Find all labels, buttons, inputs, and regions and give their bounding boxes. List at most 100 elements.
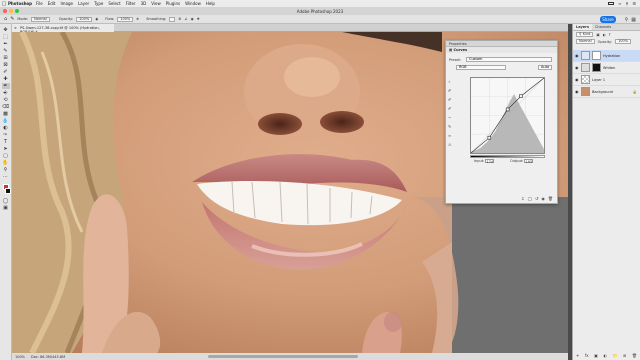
more-tools-icon[interactable]: ⋯ bbox=[2, 174, 10, 180]
mode-select[interactable]: Normal bbox=[31, 16, 50, 22]
layer-visibility-eye-icon[interactable]: ◉ bbox=[575, 65, 579, 70]
smooth-curve-icon[interactable]: ≈ bbox=[448, 133, 454, 138]
pen-tool-icon[interactable]: ✑ bbox=[2, 132, 10, 138]
brush-preset-icon[interactable]: ✎ bbox=[10, 16, 14, 22]
reset-icon[interactable]: ↺ bbox=[535, 196, 538, 201]
menu-edit[interactable]: Edit bbox=[48, 1, 56, 6]
close-tab-icon[interactable]: × bbox=[14, 26, 17, 30]
filter-adjustment-icon[interactable]: ◐ bbox=[603, 33, 606, 37]
frame-tool-icon[interactable]: ⊠ bbox=[2, 62, 10, 68]
layer-row[interactable]: ◉ Layer 1 bbox=[573, 74, 640, 86]
layer-mask-thumb[interactable] bbox=[592, 51, 601, 60]
clone-stamp-tool-icon[interactable]: ⎆ bbox=[2, 90, 10, 96]
layer-mask-thumb[interactable] bbox=[592, 63, 601, 72]
blend-mode-select[interactable]: Normal bbox=[576, 39, 595, 44]
curves-graph[interactable] bbox=[470, 77, 545, 154]
type-tool-icon[interactable]: T bbox=[2, 139, 10, 145]
hand-tool-icon[interactable]: ✋ bbox=[2, 160, 10, 166]
menu-view[interactable]: View bbox=[151, 1, 161, 6]
smoothing-field[interactable] bbox=[169, 16, 176, 22]
search-icon[interactable]: ⚲ bbox=[625, 1, 628, 6]
path-selection-tool-icon[interactable]: ➤ bbox=[2, 146, 10, 152]
gray-point-eyedropper-icon[interactable]: ✐ bbox=[448, 97, 454, 102]
filter-pixel-icon[interactable]: ▣ bbox=[596, 33, 599, 37]
home-icon[interactable]: ⌂ bbox=[4, 16, 7, 22]
app-menu[interactable]: Photoshop bbox=[8, 1, 32, 6]
battery-icon[interactable] bbox=[608, 2, 615, 5]
marquee-tool-icon[interactable]: ⬚ bbox=[2, 34, 10, 40]
quick-mask-icon[interactable]: ◯ bbox=[2, 198, 10, 204]
histogram-warning-icon[interactable]: ⚠ bbox=[448, 142, 454, 147]
menu-file[interactable]: File bbox=[36, 1, 43, 6]
dodge-tool-icon[interactable]: ◐ bbox=[2, 125, 10, 131]
draw-curve-icon[interactable]: ✎ bbox=[448, 124, 454, 129]
crop-tool-icon[interactable]: ⊞ bbox=[2, 55, 10, 61]
menu-image[interactable]: Image bbox=[60, 1, 73, 6]
channel-select[interactable]: RGB bbox=[456, 65, 506, 70]
new-adjustment-icon[interactable]: ◐ bbox=[603, 353, 607, 358]
layer-filter-kind[interactable]: ⚲ Kind bbox=[576, 32, 594, 37]
workspace-icon[interactable]: ▦ bbox=[631, 17, 636, 23]
layer-visibility-eye-icon[interactable]: ◉ bbox=[575, 77, 579, 82]
background-color-swatch[interactable] bbox=[4, 188, 11, 194]
properties-tab[interactable]: Properties bbox=[449, 42, 467, 46]
filter-type-icon[interactable]: T bbox=[609, 33, 611, 37]
tab-layers[interactable]: Layers bbox=[573, 24, 592, 30]
curve-control-point[interactable] bbox=[505, 107, 510, 112]
pressure-size-icon[interactable]: ◉ bbox=[191, 17, 194, 21]
lasso-tool-icon[interactable]: ➼ bbox=[2, 41, 10, 47]
history-brush-tool-icon[interactable]: ⟲ bbox=[2, 97, 10, 103]
new-group-icon[interactable]: 📁 bbox=[612, 353, 617, 358]
settings-gear-icon[interactable]: ⚙ bbox=[178, 17, 181, 21]
layer-row[interactable]: ◉ Background 🔒 bbox=[573, 86, 640, 98]
black-point-eyedropper-icon[interactable]: ✐ bbox=[448, 88, 454, 93]
rectangle-tool-icon[interactable]: ▢ bbox=[2, 153, 10, 159]
menu-plugins[interactable]: Plugins bbox=[166, 1, 180, 6]
menu-help[interactable]: Help bbox=[206, 1, 215, 6]
output-field[interactable]: 193 bbox=[524, 159, 534, 164]
menu-3d[interactable]: 3D bbox=[141, 1, 147, 6]
link-layers-icon[interactable]: ⚭ bbox=[576, 353, 579, 358]
zoom-tool-icon[interactable]: ⚲ bbox=[2, 167, 10, 173]
curve-control-point[interactable] bbox=[487, 135, 492, 140]
control-center-icon[interactable]: ☰ bbox=[632, 1, 636, 6]
clip-to-layer-icon[interactable]: ↧ bbox=[521, 196, 524, 201]
preset-select[interactable]: Custom bbox=[466, 57, 552, 62]
auto-button[interactable]: Auto bbox=[538, 65, 552, 70]
add-mask-icon[interactable]: ▣ bbox=[594, 353, 598, 358]
edit-points-icon[interactable]: ∽ bbox=[448, 115, 454, 120]
menu-filter[interactable]: Filter bbox=[126, 1, 136, 6]
horizontal-scrollbar[interactable] bbox=[208, 355, 358, 358]
new-layer-icon[interactable]: ⊞ bbox=[623, 353, 626, 358]
blur-tool-icon[interactable]: 💧 bbox=[2, 118, 10, 124]
airbrush-icon[interactable]: ⊕ bbox=[136, 17, 139, 21]
flow-field[interactable]: 100% bbox=[117, 16, 134, 22]
layer-row[interactable]: ◉ Whiten bbox=[573, 62, 640, 74]
layer-style-icon[interactable]: fx bbox=[585, 353, 589, 358]
tab-channels[interactable]: Channels bbox=[592, 24, 614, 30]
symmetry-icon[interactable]: ❖ bbox=[197, 17, 200, 21]
quick-select-tool-icon[interactable]: ✎ bbox=[2, 48, 10, 54]
trash-icon[interactable]: 🗑 bbox=[632, 353, 637, 358]
doc-info[interactable]: Doc: 86.3M/445.8M bbox=[31, 355, 65, 359]
menu-window[interactable]: Window bbox=[185, 1, 201, 6]
eyedropper-tool-icon[interactable]: ✐ bbox=[2, 69, 10, 75]
share-button[interactable]: Share bbox=[600, 16, 616, 23]
zoom-readout[interactable]: 100% bbox=[15, 355, 25, 359]
document-tab[interactable]: × PS-Gwen-127-36-copy.tif @ 100% (Hydrat… bbox=[12, 24, 114, 34]
trash-icon[interactable]: 🗑 bbox=[548, 196, 553, 201]
move-tool-icon[interactable]: ✥ bbox=[2, 27, 10, 33]
layer-visibility-eye-icon[interactable]: ◉ bbox=[575, 53, 579, 58]
menu-select[interactable]: Select bbox=[108, 1, 120, 6]
apple-menu-icon[interactable]:  bbox=[0, 1, 8, 7]
brush-tool-icon[interactable]: ✒ bbox=[1, 83, 10, 89]
gradient-tool-icon[interactable]: ▩ bbox=[2, 111, 10, 117]
menu-layer[interactable]: Layer bbox=[78, 1, 89, 6]
opacity-field[interactable]: 100% bbox=[76, 16, 93, 22]
visibility-eye-icon[interactable]: ◉ bbox=[541, 196, 545, 201]
search-icon[interactable]: ⚲ bbox=[625, 17, 629, 23]
layer-row[interactable]: ◉ Hydration bbox=[573, 50, 640, 62]
menu-type[interactable]: Type bbox=[94, 1, 103, 6]
view-previous-icon[interactable]: ◯ bbox=[528, 196, 532, 201]
target-adjust-icon[interactable]: ☝ bbox=[448, 79, 454, 84]
